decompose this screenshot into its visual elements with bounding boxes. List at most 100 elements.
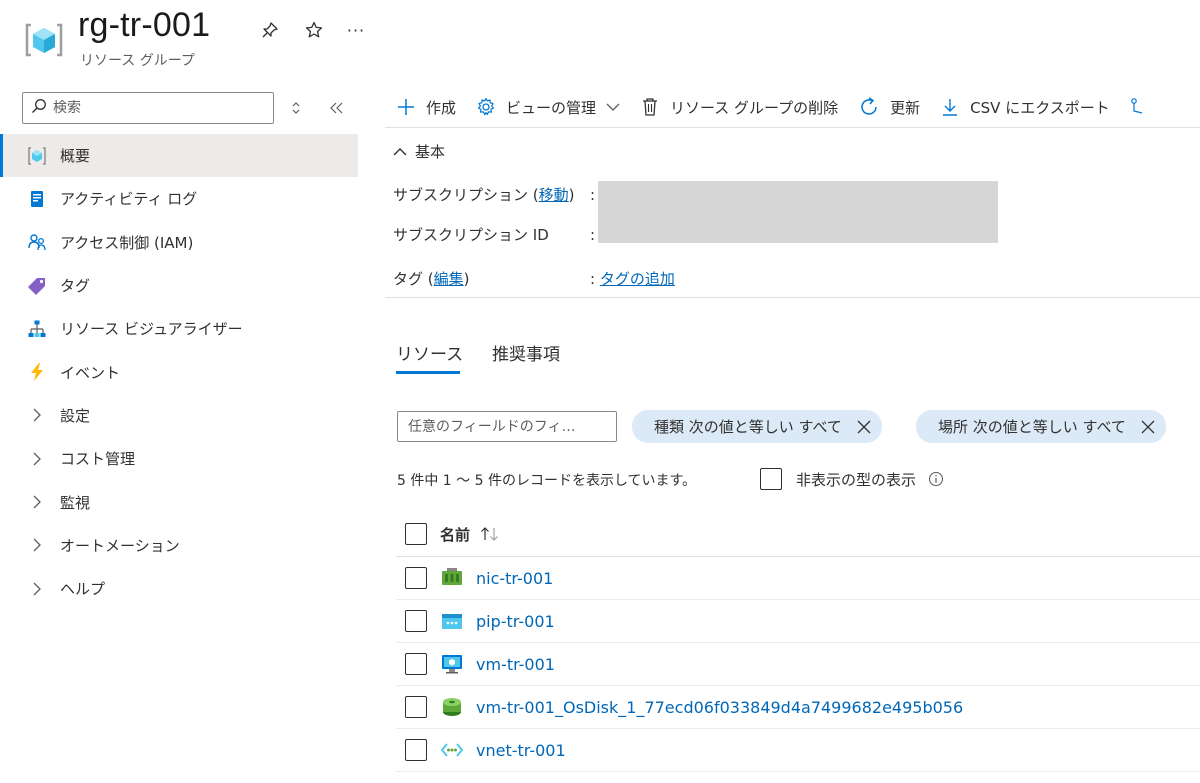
row-checkbox[interactable] bbox=[405, 567, 427, 589]
table-row[interactable]: vnet-tr-001 bbox=[396, 729, 1200, 772]
row-checkbox[interactable] bbox=[405, 696, 427, 718]
nav-search-input[interactable] bbox=[53, 100, 253, 116]
filter-pill-location[interactable]: 場所 次の値と等しい すべて bbox=[916, 410, 1166, 443]
refresh-button[interactable]: 更新 bbox=[858, 96, 920, 118]
tag-icon bbox=[26, 275, 48, 297]
table-row[interactable]: vm-tr-001 bbox=[396, 643, 1200, 686]
row-checkbox[interactable] bbox=[405, 653, 427, 675]
event-icon bbox=[26, 361, 48, 383]
star-icon[interactable] bbox=[302, 18, 326, 42]
subscription-move-link[interactable]: 移動 bbox=[539, 186, 569, 204]
nav-item-resource-visualizer[interactable]: リソース ビジュアライザー bbox=[0, 307, 358, 350]
table-row[interactable]: vm-tr-001_OsDisk_1_77ecd06f033849d4a7499… bbox=[396, 686, 1200, 729]
colon: : bbox=[590, 226, 596, 244]
nav-item-activity-log[interactable]: アクティビティ ログ bbox=[0, 177, 358, 220]
delete-label: リソース グループの削除 bbox=[670, 98, 839, 117]
nav-search-box[interactable] bbox=[22, 92, 274, 124]
resource-name-link[interactable]: vm-tr-001 bbox=[476, 655, 555, 674]
tags-value: : タグの追加 bbox=[590, 270, 675, 288]
nav-item-label: アクセス制御 (IAM) bbox=[60, 233, 194, 252]
left-nav: 概要 アクティビティ ログ アクセス制御 (IAM) タグ リソース ビジュアラ… bbox=[0, 134, 358, 610]
resource-name-link[interactable]: nic-tr-001 bbox=[476, 569, 553, 588]
chevron-right-icon bbox=[26, 408, 48, 422]
add-tags-link[interactable]: タグの追加 bbox=[600, 270, 675, 288]
page-subtitle: リソース グループ bbox=[80, 53, 195, 69]
more-options-icon[interactable]: ··· bbox=[344, 18, 368, 42]
sort-icon[interactable] bbox=[480, 526, 500, 542]
show-hidden-types[interactable]: 非表示の型の表示 bbox=[760, 468, 944, 490]
delete-resource-group-button[interactable]: リソース グループの削除 bbox=[640, 97, 838, 118]
nav-item-label: ヘルプ bbox=[60, 580, 106, 599]
nav-item-label: イベント bbox=[60, 363, 121, 382]
resource-group-header-icon bbox=[24, 20, 64, 60]
table-row[interactable]: pip-tr-001 bbox=[396, 600, 1200, 643]
chevron-right-icon bbox=[26, 452, 48, 466]
resource-name-link[interactable]: vnet-tr-001 bbox=[476, 741, 566, 760]
resource-name-link[interactable]: pip-tr-001 bbox=[476, 612, 555, 631]
close-icon[interactable] bbox=[856, 419, 872, 435]
tab-recommendations[interactable]: 推奨事項 bbox=[492, 340, 560, 365]
filter-input[interactable] bbox=[397, 411, 617, 442]
expand-collapse-icon[interactable] bbox=[284, 96, 308, 120]
resource-name-link[interactable]: vm-tr-001_OsDisk_1_77ecd06f033849d4a7499… bbox=[476, 698, 963, 717]
colon: : bbox=[590, 186, 596, 204]
grid-header: 名前 bbox=[396, 512, 1200, 557]
tags-label: タグ (編集) bbox=[393, 270, 470, 288]
network-interface-icon bbox=[440, 566, 464, 590]
create-label: 作成 bbox=[426, 98, 457, 117]
info-icon[interactable] bbox=[928, 471, 944, 487]
redacted-value bbox=[598, 181, 998, 243]
active-tab-indicator bbox=[396, 371, 460, 374]
essentials-heading: 基本 bbox=[415, 143, 446, 161]
show-hidden-types-checkbox[interactable] bbox=[760, 468, 782, 490]
virtual-network-icon bbox=[440, 738, 464, 762]
plus-icon bbox=[398, 99, 414, 115]
open-query-button-partial[interactable] bbox=[1130, 97, 1154, 117]
column-header-name[interactable]: 名前 bbox=[440, 524, 470, 545]
gear-icon bbox=[477, 97, 495, 116]
filter-pill-type[interactable]: 種類 次の値と等しい すべて bbox=[632, 410, 882, 443]
nav-item-overview[interactable]: 概要 bbox=[0, 134, 358, 178]
nav-item-automation[interactable]: オートメーション bbox=[0, 524, 358, 567]
essentials-toggle[interactable]: 基本 bbox=[393, 141, 445, 162]
manage-view-label: ビューの管理 bbox=[506, 98, 597, 117]
pin-icon[interactable] bbox=[258, 18, 282, 42]
nav-item-label: リソース ビジュアライザー bbox=[60, 320, 243, 339]
subscription-id-label: サブスクリプション ID bbox=[393, 226, 549, 244]
command-bar: 作成 ビューの管理 リソース グループの削除 更新 CSV にエクスポート bbox=[396, 92, 1174, 122]
nav-item-label: 概要 bbox=[60, 147, 91, 166]
page-title: rg-tr-001 bbox=[78, 6, 211, 44]
export-csv-button[interactable]: CSV にエクスポート bbox=[940, 97, 1110, 118]
select-all-checkbox[interactable] bbox=[405, 523, 427, 545]
collapse-menu-icon[interactable] bbox=[325, 96, 349, 120]
record-count: 5 件中 1 ～ 5 件のレコードを表示しています。 bbox=[397, 473, 697, 489]
nav-item-events[interactable]: イベント bbox=[0, 350, 358, 393]
public-ip-icon bbox=[440, 609, 464, 633]
activity-log-icon bbox=[26, 188, 48, 210]
create-button[interactable]: 作成 bbox=[396, 97, 456, 118]
manage-view-button[interactable]: ビューの管理 bbox=[476, 97, 620, 118]
chevron-right-icon bbox=[26, 582, 48, 596]
tab-resources[interactable]: リソース bbox=[396, 340, 463, 365]
nav-item-cost-management[interactable]: コスト管理 bbox=[0, 437, 358, 480]
chevron-up-icon bbox=[393, 147, 407, 155]
row-checkbox[interactable] bbox=[405, 610, 427, 632]
download-icon bbox=[943, 99, 958, 116]
tags-edit-link[interactable]: 編集 bbox=[434, 270, 464, 288]
table-row[interactable]: nic-tr-001 bbox=[396, 557, 1200, 600]
chevron-down-icon bbox=[606, 103, 620, 111]
divider bbox=[385, 127, 1200, 128]
filter-pill-label: 種類 次の値と等しい すべて bbox=[654, 418, 842, 436]
divider bbox=[385, 297, 1200, 298]
nav-item-monitoring[interactable]: 監視 bbox=[0, 480, 358, 523]
resource-group-icon bbox=[26, 145, 48, 167]
close-icon[interactable] bbox=[1140, 419, 1156, 435]
nav-item-label: 設定 bbox=[60, 406, 91, 425]
nav-item-settings[interactable]: 設定 bbox=[0, 394, 358, 437]
nav-item-iam[interactable]: アクセス制御 (IAM) bbox=[0, 221, 358, 264]
nav-item-tags[interactable]: タグ bbox=[0, 264, 358, 307]
iam-icon bbox=[26, 231, 48, 253]
filter-pill-label: 場所 次の値と等しい すべて bbox=[938, 418, 1126, 436]
nav-item-help[interactable]: ヘルプ bbox=[0, 567, 358, 610]
row-checkbox[interactable] bbox=[405, 739, 427, 761]
